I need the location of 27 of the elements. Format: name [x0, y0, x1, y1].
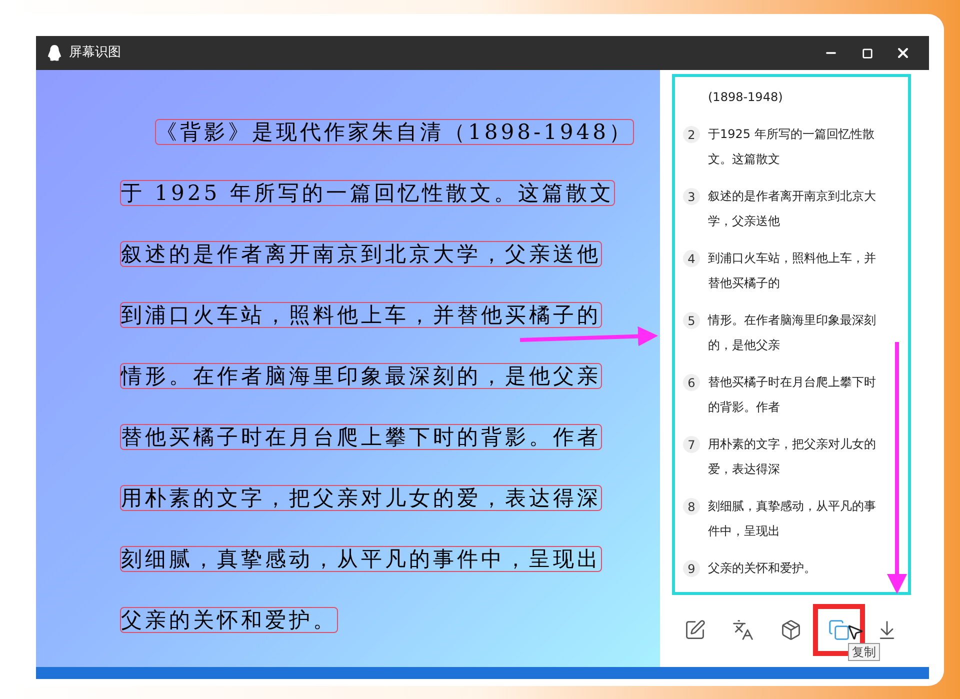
result-text: 刻细腻，真挚感动，从平凡的事件中，呈现出: [708, 498, 877, 540]
maximize-icon[interactable]: [862, 48, 872, 58]
cursor-icon: [846, 623, 864, 641]
result-text: 到浦口火车站，照料他上车，并替他买橘子的: [708, 250, 877, 292]
translate-icon[interactable]: [732, 619, 754, 641]
result-text: 父亲的关怀和爱护。: [708, 560, 817, 577]
result-text: 情形。在作者脑海里印象最深刻的，是他父亲: [708, 312, 877, 354]
item-number: 9: [683, 560, 700, 577]
item-number: 8: [683, 498, 700, 515]
box-icon[interactable]: [780, 619, 802, 641]
penguin-icon: [48, 45, 61, 61]
edit-icon[interactable]: [684, 619, 706, 641]
item-number: 4: [683, 250, 700, 267]
item-number: 7: [683, 436, 700, 453]
item-number: 6: [683, 374, 700, 391]
tooltip: 复制: [848, 643, 880, 661]
item-number: 2: [683, 126, 700, 143]
result-text: 于1925 年所写的一篇回忆性散文。这篇散文: [708, 126, 876, 168]
result-text: 用朴素的文字，把父亲对儿女的爱，表达得深: [708, 436, 877, 478]
result-text: 替他买橘子时在月台爬上攀下时的背影。作者: [708, 374, 877, 416]
item-number: 3: [683, 188, 700, 205]
window-title: 屏幕识图: [69, 44, 121, 62]
copy-icon[interactable]: [828, 619, 850, 641]
item-number: 5: [683, 312, 700, 329]
result-text: 叙述的是作者离开南京到北京大学，父亲送他: [708, 188, 877, 230]
result-text: (1898-1948): [708, 89, 784, 106]
close-icon[interactable]: [895, 45, 911, 61]
